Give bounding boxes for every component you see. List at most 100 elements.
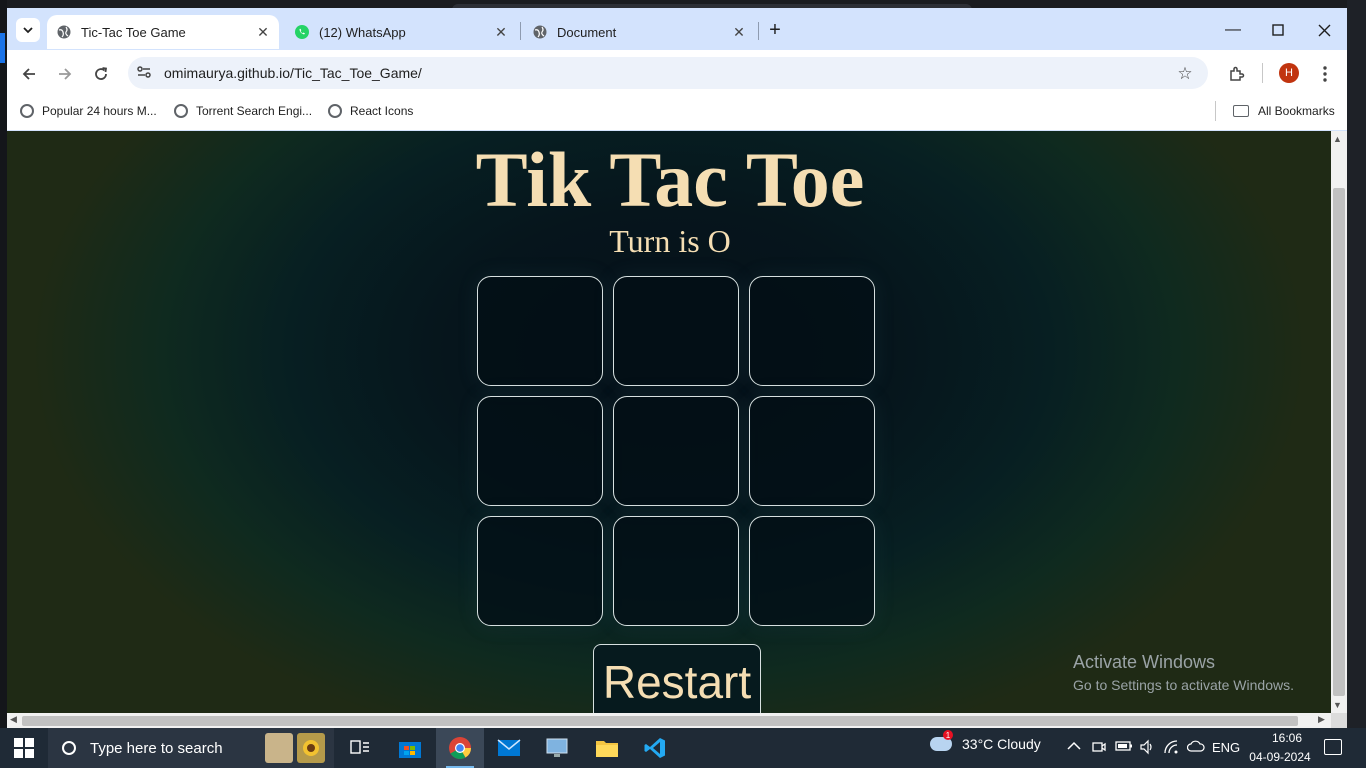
board-cell-4[interactable] [477,396,603,506]
maximize-button[interactable] [1255,15,1301,45]
globe-icon [328,104,342,118]
volume-icon[interactable] [1139,739,1155,758]
activate-windows-title: Activate Windows [1073,652,1216,672]
vscode-button[interactable] [631,728,679,768]
bookmark-label: Torrent Search Engi... [196,104,313,118]
globe-icon [174,104,188,118]
file-explorer-button[interactable] [583,728,631,768]
tab-tic-tac-toe[interactable]: Tic-Tac Toe Game ✕ [47,15,279,49]
close-tab-icon[interactable]: ✕ [491,24,511,41]
bookmark-react-icons[interactable]: React Icons [328,101,413,121]
windows-start-icon[interactable] [14,738,34,758]
whatsapp-icon [294,24,310,40]
arrow-left-icon [22,68,35,80]
store-icon [399,742,421,758]
horizontal-scroll-thumb[interactable] [22,716,1298,726]
search-icon [62,741,76,755]
scroll-right-icon[interactable]: ▶ [1318,714,1325,725]
scroll-down-icon[interactable]: ▼ [1333,700,1342,710]
minimize-button[interactable]: — [1210,15,1256,45]
board-cell-1[interactable] [477,276,603,386]
tab-separator [758,22,759,40]
board-cell-9[interactable] [749,516,875,626]
url-text[interactable]: omimaurya.github.io/Tic_Tac_Toe_Game/ [164,65,422,81]
scroll-up-icon[interactable]: ▲ [1333,134,1342,144]
mail-button[interactable] [485,728,533,768]
left-desktop-edge [0,0,7,728]
site-settings-icon[interactable] [136,64,152,85]
scroll-left-icon[interactable]: ◀ [10,714,17,725]
onedrive-sync-icon[interactable] [1186,739,1205,756]
back-button[interactable] [17,62,41,86]
board-cell-3[interactable] [749,276,875,386]
new-tab-button[interactable]: + [763,18,787,42]
weather-badge: 1 [943,730,953,740]
star-icon: ☆ [1177,64,1193,83]
board-cell-7[interactable] [477,516,603,626]
bookmark-popular-24-hours[interactable]: Popular 24 hours M... [20,101,157,121]
chrome-icon [449,737,471,759]
all-bookmarks-label: All Bookmarks [1258,104,1335,118]
vertical-scroll-thumb[interactable] [1333,188,1345,696]
vscode-icon [644,738,665,758]
search-highlight-icon[interactable] [265,733,293,763]
close-tab-icon[interactable]: ✕ [729,24,749,41]
tab-whatsapp[interactable]: (12) WhatsApp ✕ [285,15,517,49]
remote-desktop-button[interactable] [533,728,581,768]
forward-button[interactable] [53,62,77,86]
tab-title: (12) WhatsApp [319,24,406,40]
toolbar-divider [1262,63,1263,83]
reload-button[interactable] [89,62,113,86]
close-icon [1318,24,1330,36]
tab-document[interactable]: Document ✕ [523,15,755,49]
microsoft-store-button[interactable] [386,728,434,768]
folder-icon [1233,105,1249,117]
arrow-right-icon [59,68,72,80]
board-cell-5[interactable] [613,396,739,506]
maximize-icon [1272,24,1284,36]
clock-date[interactable]: 04-09-2024 [1245,750,1315,764]
right-desktop-edge [1347,0,1366,728]
clock-time[interactable]: 16:06 [1262,731,1312,745]
tab-search-dropdown-button[interactable] [16,18,40,42]
all-bookmarks-button[interactable]: All Bookmarks [1233,101,1335,121]
notification-icon[interactable] [1324,739,1342,755]
battery-icon[interactable] [1115,739,1133,756]
sunflower-icon[interactable] [297,733,325,763]
globe-icon [20,104,34,118]
board-cell-6[interactable] [749,396,875,506]
close-window-button[interactable] [1301,15,1347,45]
turn-indicator: Turn is O [609,223,731,259]
activate-windows-subtitle: Go to Settings to activate Windows. [1073,677,1294,693]
profile-avatar[interactable]: H [1279,63,1299,83]
task-view-icon [350,740,369,754]
close-tab-icon[interactable]: ✕ [253,24,273,41]
extensions-button[interactable] [1224,62,1248,86]
tab-title: Document [557,24,617,40]
board-cell-2[interactable] [613,276,739,386]
chevron-down-icon [23,27,33,34]
show-hidden-icons-button[interactable] [1067,739,1081,754]
meet-now-icon[interactable] [1091,739,1107,758]
reload-icon [95,67,108,80]
computer-icon [546,738,568,757]
weather-widget[interactable]: 1 33°C Cloudy [930,730,1041,752]
language-indicator[interactable]: ENG [1212,740,1240,755]
mail-icon [497,739,521,756]
bookmark-label: Popular 24 hours M... [42,104,157,118]
wifi-icon[interactable] [1163,739,1179,758]
weather-text: 33°C Cloudy [962,736,1041,752]
minimize-icon: — [1225,21,1241,38]
task-view-button[interactable] [336,728,384,768]
globe-icon [56,24,72,40]
bookmark-star-button[interactable]: ☆ [1173,62,1197,86]
bookmark-label: React Icons [350,104,414,118]
folder-icon [596,741,618,757]
chrome-menu-button[interactable] [1313,62,1337,86]
chrome-taskbar-button[interactable] [436,728,484,768]
board-cell-8[interactable] [613,516,739,626]
puzzle-icon [1229,66,1244,81]
cloud-icon: 1 [930,730,953,751]
globe-icon [532,24,548,40]
bookmark-torrent-search[interactable]: Torrent Search Engi... [174,101,312,121]
